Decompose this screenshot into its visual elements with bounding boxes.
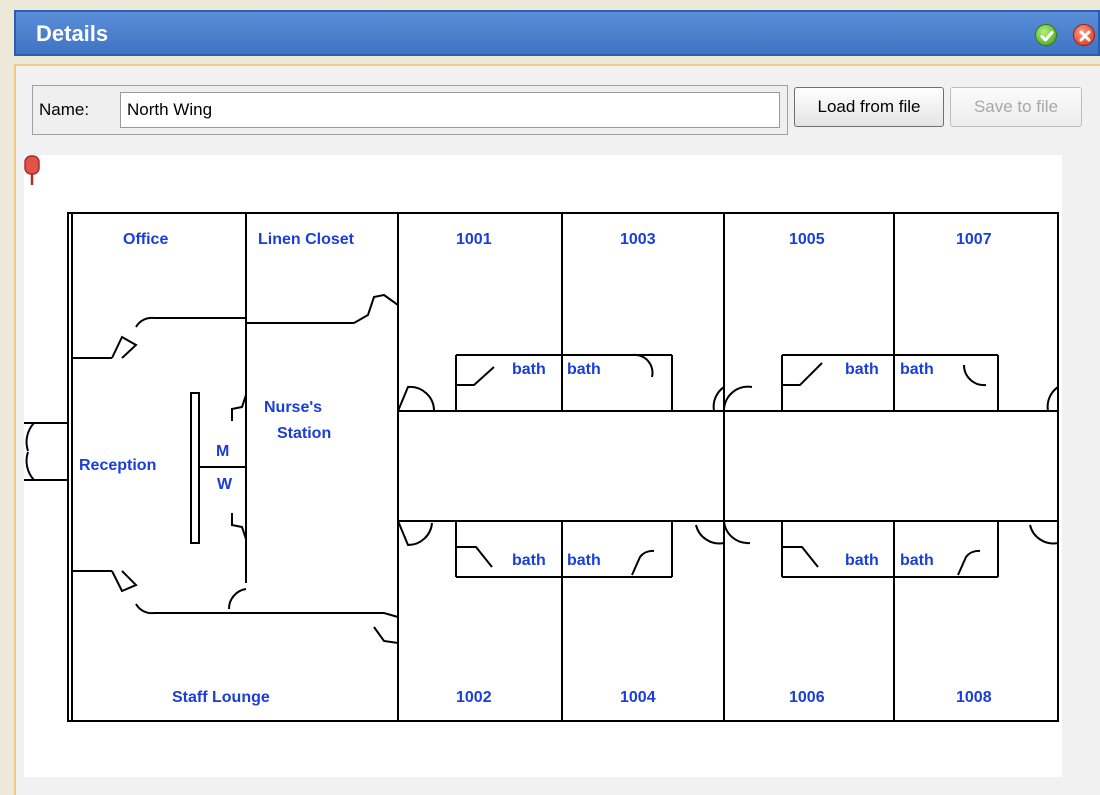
- room-mens-restroom: M: [216, 443, 230, 460]
- bath-label: bath: [900, 552, 934, 569]
- load-from-file-button[interactable]: Load from file: [794, 87, 944, 127]
- room-1005: 1005: [789, 231, 825, 248]
- bath-label: bath: [845, 361, 879, 378]
- room-1002: 1002: [456, 689, 492, 706]
- room-1008: 1008: [956, 689, 992, 706]
- bath-label: bath: [512, 361, 546, 378]
- bath-label: bath: [512, 552, 546, 569]
- save-to-file-button[interactable]: Save to file: [950, 87, 1082, 127]
- x-circle-icon[interactable]: [1073, 24, 1095, 46]
- floor-plan-walls: [24, 212, 1059, 722]
- room-staff-lounge: Staff Lounge: [172, 689, 270, 706]
- room-womens-restroom: W: [217, 476, 233, 493]
- room-nurses-station-line2: Station: [277, 425, 332, 442]
- check-circle-icon[interactable]: [1035, 24, 1057, 46]
- bath-label: bath: [900, 361, 934, 378]
- location-pin-icon[interactable]: [24, 155, 40, 189]
- room-1001: 1001: [456, 231, 492, 248]
- room-1006: 1006: [789, 689, 825, 706]
- room-office: Office: [123, 231, 169, 248]
- name-label: Name:: [39, 100, 90, 119]
- room-reception: Reception: [79, 457, 157, 474]
- bath-label: bath: [567, 552, 601, 569]
- name-input[interactable]: [120, 92, 780, 128]
- room-1003: 1003: [620, 231, 656, 248]
- floor-plan[interactable]: Office Linen Closet Nurse's Station Rece…: [24, 155, 1062, 777]
- room-linen-closet: Linen Closet: [258, 231, 355, 248]
- title-bar: Details: [14, 10, 1100, 56]
- room-1007: 1007: [956, 231, 992, 248]
- bath-label: bath: [845, 552, 879, 569]
- room-1004: 1004: [620, 689, 656, 706]
- bath-label: bath: [567, 361, 601, 378]
- room-nurses-station-line1: Nurse's: [264, 399, 323, 416]
- name-row: Name:: [32, 85, 788, 135]
- window-title: Details: [36, 21, 109, 46]
